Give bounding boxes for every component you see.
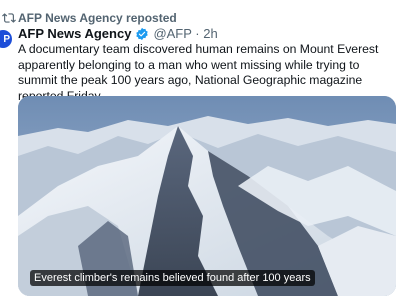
avatar[interactable]: P xyxy=(0,30,12,48)
everest-photo xyxy=(18,96,396,296)
handle-and-time[interactable]: @AFP · 2h xyxy=(153,26,217,41)
avatar-letter: P xyxy=(3,33,10,45)
tweet-header: AFP News Agency @AFP · 2h xyxy=(18,26,218,41)
verified-badge-icon xyxy=(136,27,149,40)
media-caption: Everest climber's remains believed found… xyxy=(30,270,315,286)
author-name[interactable]: AFP News Agency xyxy=(18,26,131,41)
repost-icon xyxy=(2,13,16,23)
media-image[interactable]: Everest climber's remains believed found… xyxy=(18,96,396,296)
repost-label[interactable]: AFP News Agency reposted xyxy=(18,11,177,25)
